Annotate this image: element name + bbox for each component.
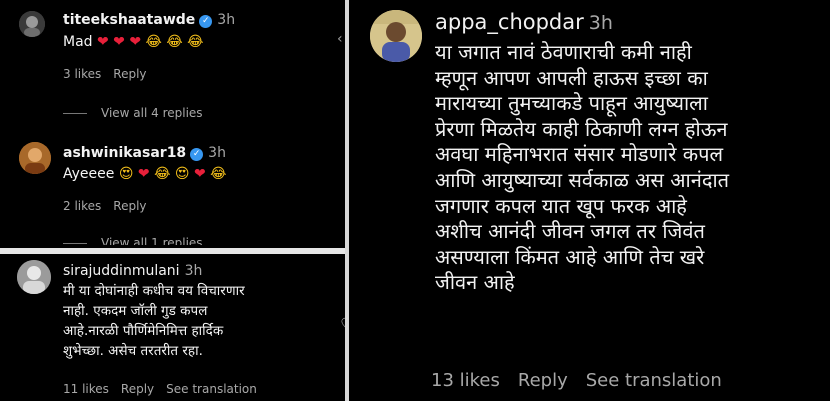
comment-line: शुभेच्छा. असेच तरतरीत रहा. [63, 343, 203, 359]
comment-line: आणि आयुष्याच्या सर्वकाळ अस आनंदात [435, 167, 730, 192]
section-separator [0, 248, 345, 254]
comment-text: Mad ❤ ❤ ❤ 😂 😂 😂 [63, 32, 204, 52]
likes-count[interactable]: 11 likes [63, 382, 109, 396]
comment-username[interactable]: appa_chopdar 3h [435, 10, 613, 34]
view-replies-label[interactable]: View all 4 replies [101, 106, 203, 120]
comment-text: या जगात नावं ठेवणाराची कमी नाही म्हणून आ… [435, 40, 825, 296]
laughing-emoji: 😂 [210, 166, 227, 182]
view-replies-link[interactable]: View all 1 replies [63, 236, 203, 245]
avatar-image [19, 11, 45, 37]
view-replies-label[interactable]: View all 1 replies [101, 236, 203, 245]
see-translation-link[interactable]: See translation [586, 370, 722, 391]
likes-count[interactable]: 13 likes [431, 370, 500, 391]
comment-meta: 11 likes Reply See translation [63, 382, 269, 396]
username-text[interactable]: titeekshaatawde [63, 12, 195, 28]
comment-line: आहे.नारळी पौर्णिमेनिमित्त हार्दिक [63, 323, 224, 339]
heart-eyes-emoji: 😍 [118, 166, 134, 182]
username-text[interactable]: sirajuddinmulani [63, 263, 180, 279]
replies-divider-line [63, 113, 87, 114]
heart-eyes-emoji: 😍 [174, 166, 190, 182]
comment-line: जगणार कपल यात खूप फरक आहे [435, 193, 687, 218]
avatar-image [370, 10, 422, 62]
avatar[interactable] [17, 260, 51, 294]
heart-emoji: ❤ [193, 166, 206, 182]
comment-line: असण्याला किंमत आहे आणि तेच खरे [435, 244, 705, 269]
username-text[interactable]: ashwinikasar18 [63, 145, 186, 161]
comment-line: प्रेरणा मिळतेय काही ठिकाणी लग्न होऊन [435, 116, 728, 141]
screenshot-root: titeekshaatawde ✓ 3h Mad ❤ ❤ ❤ 😂 😂 😂 3 lik… [0, 0, 830, 401]
view-replies-link[interactable]: View all 4 replies [63, 106, 203, 120]
comment-line: म्हणून आपण आपली हाऊस इच्छा का [435, 65, 708, 90]
comment-line: अशीच आनंदी जीवन जगल तर जिवंत [435, 219, 705, 244]
reply-button[interactable]: Reply [113, 199, 146, 213]
comment-word: Ayeeee [63, 166, 119, 182]
reply-button[interactable]: Reply [113, 67, 146, 81]
comment-text: Ayeeee 😍 ❤ 😂 😍 ❤ 😂 [63, 164, 227, 184]
reply-button[interactable]: Reply [121, 382, 154, 396]
comment-line: नाही. एकदम जॉली गुड कपल [63, 303, 208, 319]
comment-word: Mad [63, 34, 97, 50]
avatar[interactable] [19, 142, 51, 174]
avatar-image [19, 142, 51, 174]
heart-emoji: ❤ [137, 166, 150, 182]
comment-username[interactable]: ashwinikasar18 ✓ 3h [63, 145, 226, 161]
comment-time: 3h [184, 263, 203, 279]
see-translation-link[interactable]: See translation [166, 382, 257, 396]
chevron-left-icon[interactable]: ‹ [337, 31, 343, 47]
avatar-image [17, 260, 51, 294]
verified-badge-icon: ✓ [199, 15, 213, 28]
likes-count[interactable]: 3 likes [63, 67, 101, 81]
replies-divider-line [63, 243, 87, 244]
avatar[interactable] [19, 11, 45, 37]
comment-time: 3h [208, 145, 226, 161]
comments-panel-left: titeekshaatawde ✓ 3h Mad ❤ ❤ ❤ 😂 😂 😂 3 lik… [0, 0, 345, 401]
avatar[interactable] [370, 10, 422, 62]
laughing-emoji: 😂 😂 😂 [145, 34, 204, 50]
comment-line: मी या दोघांनाही कधीच वय विचारणार [63, 283, 245, 299]
comment-meta: 3 likes Reply [63, 67, 159, 81]
laughing-emoji: 😂 [154, 166, 171, 182]
comment-line: मारायच्या तुमच्याकडे पाहून आयुष्याला [435, 91, 708, 116]
comment-username[interactable]: sirajuddinmulani 3h [63, 263, 202, 279]
comment-meta: 13 likes Reply See translation [431, 370, 740, 391]
heart-emoji: ❤ ❤ ❤ [97, 34, 142, 50]
comment-text: मी या दोघांनाही कधीच वय विचारणार नाही. ए… [63, 281, 245, 361]
comment-username[interactable]: titeekshaatawde ✓ 3h [63, 12, 235, 28]
reply-button[interactable]: Reply [518, 370, 568, 391]
comment-line: या जगात नावं ठेवणाराची कमी नाही [435, 40, 692, 64]
likes-count[interactable]: 2 likes [63, 199, 101, 213]
comment-line: अवघा महिनाभरात संसार मोडणारे कपल [435, 142, 724, 167]
comment-time: 3h [588, 12, 613, 34]
comment-meta: 2 likes Reply [63, 199, 159, 213]
username-text[interactable]: appa_chopdar [435, 10, 584, 34]
comment-panel-right: appa_chopdar 3h या जगात नावं ठेवणाराची कम… [349, 0, 830, 401]
comment-time: 3h [217, 12, 236, 28]
verified-badge-icon: ✓ [190, 148, 204, 161]
comment-line: जीवन आहे [435, 270, 515, 295]
